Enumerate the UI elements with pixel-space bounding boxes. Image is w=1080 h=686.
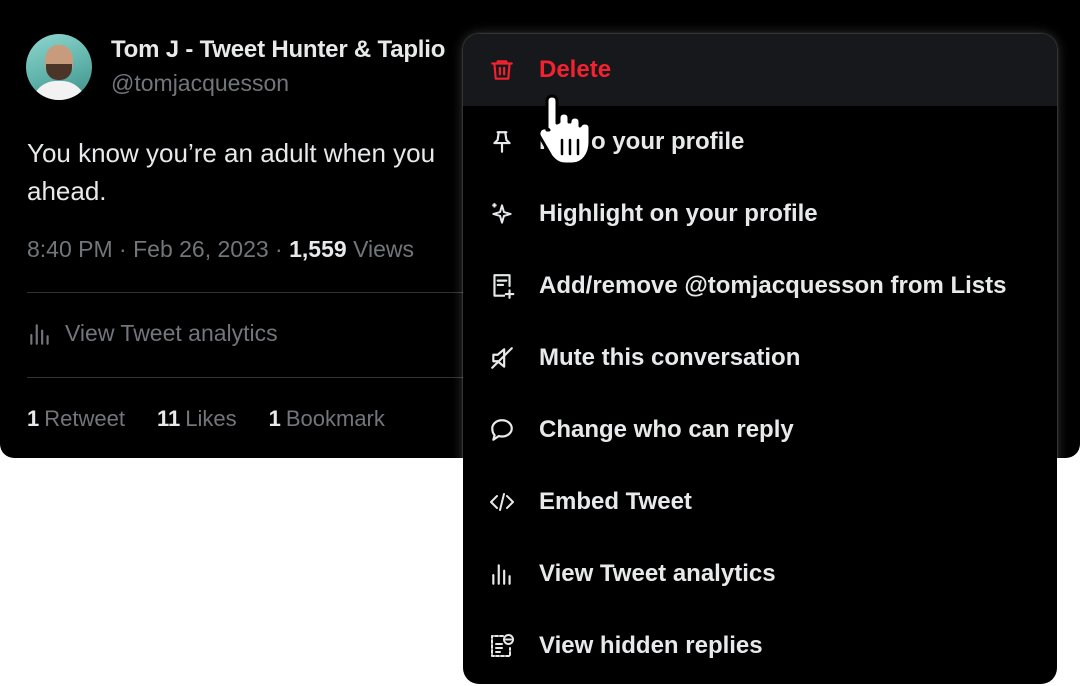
pin-icon xyxy=(489,129,515,155)
menu-item-embed[interactable]: Embed Tweet xyxy=(463,466,1057,538)
trash-icon xyxy=(489,57,515,83)
menu-item-label: Change who can reply xyxy=(539,416,794,443)
retweets-stat[interactable]: 1 Retweet xyxy=(27,406,125,432)
likes-stat[interactable]: 11 Likes xyxy=(157,406,237,432)
list-add-icon xyxy=(489,273,515,299)
handle[interactable]: @tomjacquesson xyxy=(111,70,289,97)
menu-item-change-reply[interactable]: Change who can reply xyxy=(463,394,1057,466)
tweet-date[interactable]: Feb 26, 2023 xyxy=(133,236,269,262)
views-count: 1,559 xyxy=(289,236,347,262)
menu-item-mute[interactable]: Mute this conversation xyxy=(463,322,1057,394)
avatar[interactable] xyxy=(26,34,92,100)
tweet-text-line2: ahead. xyxy=(27,176,107,206)
divider xyxy=(27,377,487,378)
bar-chart-icon xyxy=(30,323,49,345)
menu-item-label: Add/remove @tomjacquesson from Lists xyxy=(539,272,1007,299)
menu-item-label: Delete xyxy=(539,56,612,83)
tweet-text: You know you’re an adult when you ahead. xyxy=(27,134,457,210)
menu-item-hidden-replies[interactable]: View hidden replies xyxy=(463,610,1057,682)
view-analytics-label: View Tweet analytics xyxy=(65,320,278,346)
view-analytics-link[interactable]: View Tweet analytics xyxy=(27,320,278,347)
hidden-replies-icon xyxy=(489,633,515,659)
tweet-meta: 8:40 PM · Feb 26, 2023 · 1,559 Views xyxy=(27,236,415,262)
hand-cursor-icon xyxy=(537,94,592,166)
menu-item-highlight[interactable]: Highlight on your profile xyxy=(463,178,1057,250)
views-label: Views xyxy=(353,236,415,262)
bar-chart-icon xyxy=(489,561,515,587)
menu-item-lists[interactable]: Add/remove @tomjacquesson from Lists xyxy=(463,250,1057,322)
menu-item-label: View hidden replies xyxy=(539,632,763,659)
mute-icon xyxy=(489,345,515,371)
engagement-stats: 1 Retweet 11 Likes 1 Bookmark xyxy=(27,406,385,432)
menu-item-label: Embed Tweet xyxy=(539,488,692,515)
divider xyxy=(27,292,487,293)
bookmarks-stat[interactable]: 1 Bookmark xyxy=(269,406,385,432)
tweet-text-line1: You know you’re an adult when you xyxy=(27,138,436,168)
menu-item-analytics[interactable]: View Tweet analytics xyxy=(463,538,1057,610)
tweet-time[interactable]: 8:40 PM xyxy=(27,236,113,262)
menu-item-label: Highlight on your profile xyxy=(539,200,818,227)
code-icon xyxy=(489,489,515,515)
menu-item-label: Mute this conversation xyxy=(539,344,801,371)
sparkle-icon xyxy=(489,201,515,227)
speech-bubble-icon xyxy=(489,417,515,443)
display-name[interactable]: Tom J - Tweet Hunter & Taplio xyxy=(111,36,445,64)
menu-item-label: View Tweet analytics xyxy=(539,560,776,587)
